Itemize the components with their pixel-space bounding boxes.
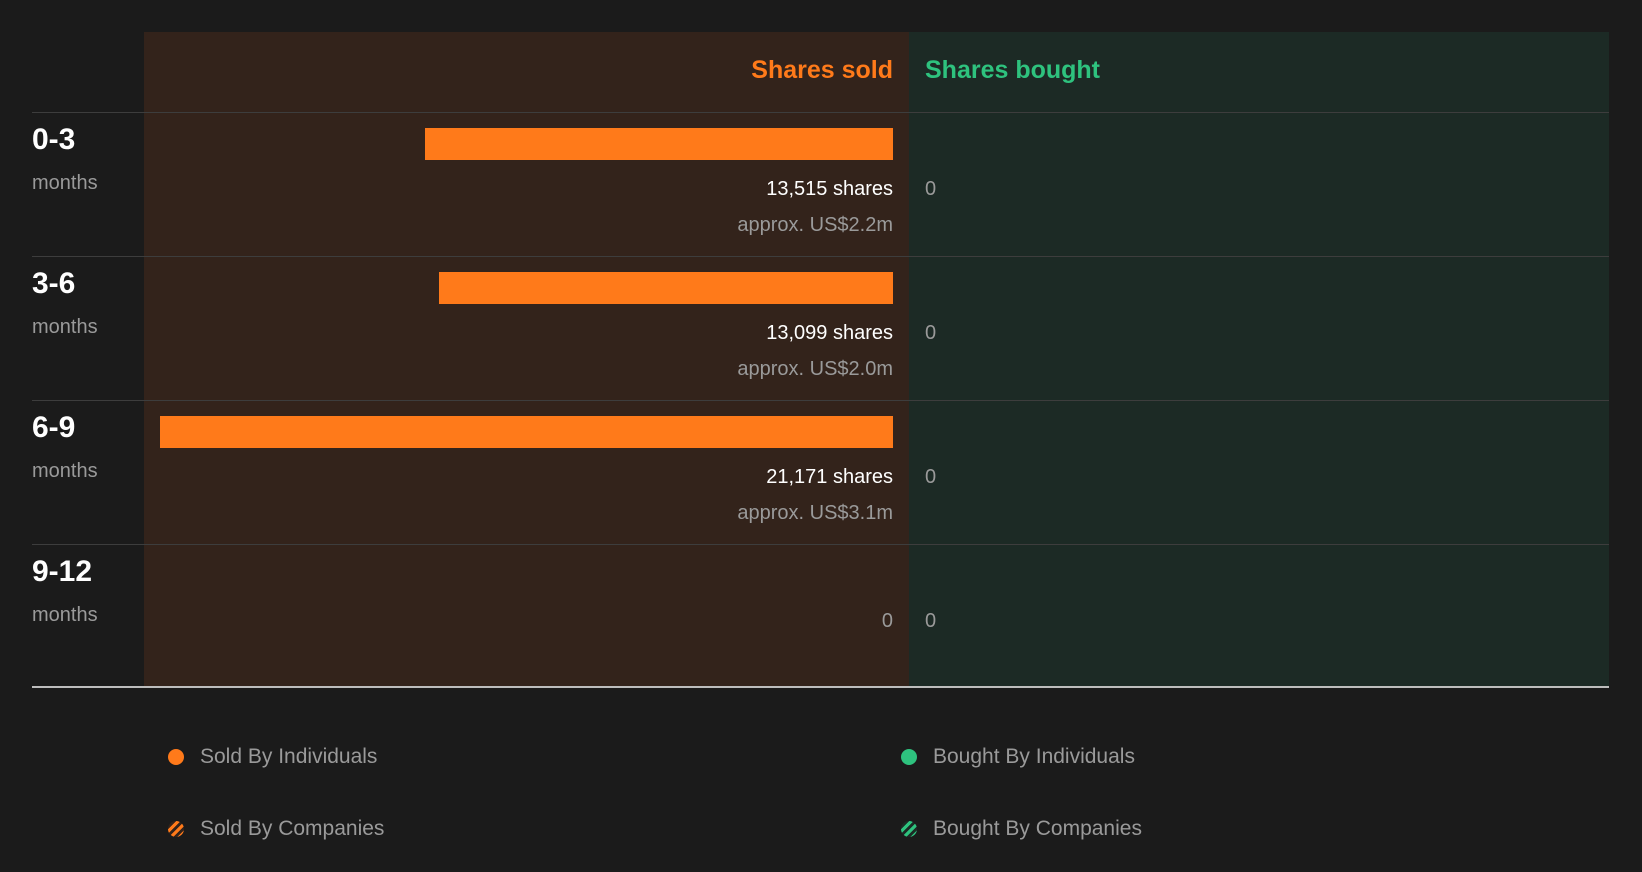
orange-dot-icon	[168, 749, 184, 765]
period-row: 3-6 months 13,099 shares approx. US$2.0m…	[0, 256, 1642, 400]
legend-label: Sold By Individuals	[200, 745, 378, 768]
period-range: 9-12	[32, 555, 93, 588]
sold-bar[interactable]	[439, 272, 893, 304]
period-range: 3-6	[32, 267, 76, 300]
period-row: 0-3 months 13,515 shares approx. US$2.2m…	[0, 112, 1642, 256]
legend-item-sold-companies[interactable]: Sold By Companies	[168, 816, 384, 842]
bought-shares-label: 0	[925, 466, 937, 488]
sold-value-label: approx. US$2.2m	[737, 214, 893, 236]
legend-label: Bought By Companies	[933, 817, 1142, 840]
sold-value-label: approx. US$2.0m	[737, 358, 893, 380]
sold-bar[interactable]	[160, 416, 893, 448]
sold-shares-label: 13,099 shares	[766, 322, 893, 344]
green-dot-icon	[901, 749, 917, 765]
period-unit: months	[32, 316, 98, 338]
sold-bar[interactable]	[425, 128, 893, 160]
period-range: 0-3	[32, 123, 76, 156]
period-row: 9-12 months 0 0	[0, 544, 1642, 688]
bought-shares-label: 0	[925, 178, 937, 200]
legend-item-bought-individuals[interactable]: Bought By Individuals	[901, 744, 1135, 770]
shares-bought-header: Shares bought	[925, 56, 1101, 84]
legend-label: Sold By Companies	[200, 817, 385, 840]
sold-shares-label: 0	[881, 610, 893, 632]
period-unit: months	[32, 604, 98, 626]
period-unit: months	[32, 460, 98, 482]
bought-shares-label: 0	[925, 322, 937, 344]
shares-sold-header: Shares sold	[751, 56, 893, 84]
period-range: 6-9	[32, 411, 76, 444]
legend-label: Bought By Individuals	[933, 745, 1135, 768]
period-unit: months	[32, 172, 98, 194]
green-striped-dot-icon	[901, 821, 917, 837]
orange-striped-dot-icon	[168, 821, 184, 837]
sold-shares-label: 21,171 shares	[766, 466, 893, 488]
period-row: 6-9 months 21,171 shares approx. US$3.1m…	[0, 400, 1642, 544]
sold-shares-label: 13,515 shares	[766, 178, 893, 200]
bought-shares-label: 0	[925, 610, 937, 632]
sold-value-label: approx. US$3.1m	[737, 502, 893, 524]
legend-item-sold-individuals[interactable]: Sold By Individuals	[168, 744, 377, 770]
legend-item-bought-companies[interactable]: Bought By Companies	[901, 816, 1142, 842]
